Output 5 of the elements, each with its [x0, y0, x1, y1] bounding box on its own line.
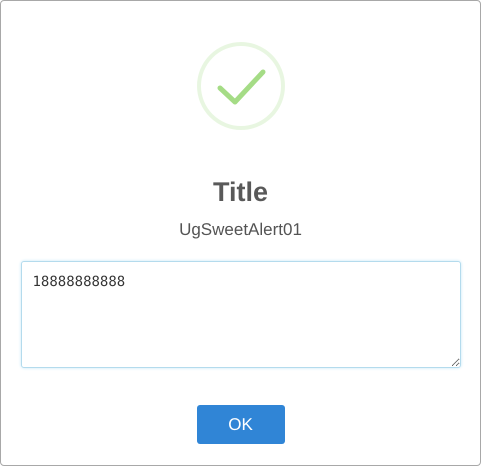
dialog-title: Title — [212, 176, 268, 209]
ok-button[interactable]: OK — [196, 405, 284, 444]
input-field[interactable]: 18888888888 — [20, 261, 460, 368]
success-check-icon — [196, 41, 286, 131]
dialog-message: UgSweetAlert01 — [179, 219, 302, 241]
